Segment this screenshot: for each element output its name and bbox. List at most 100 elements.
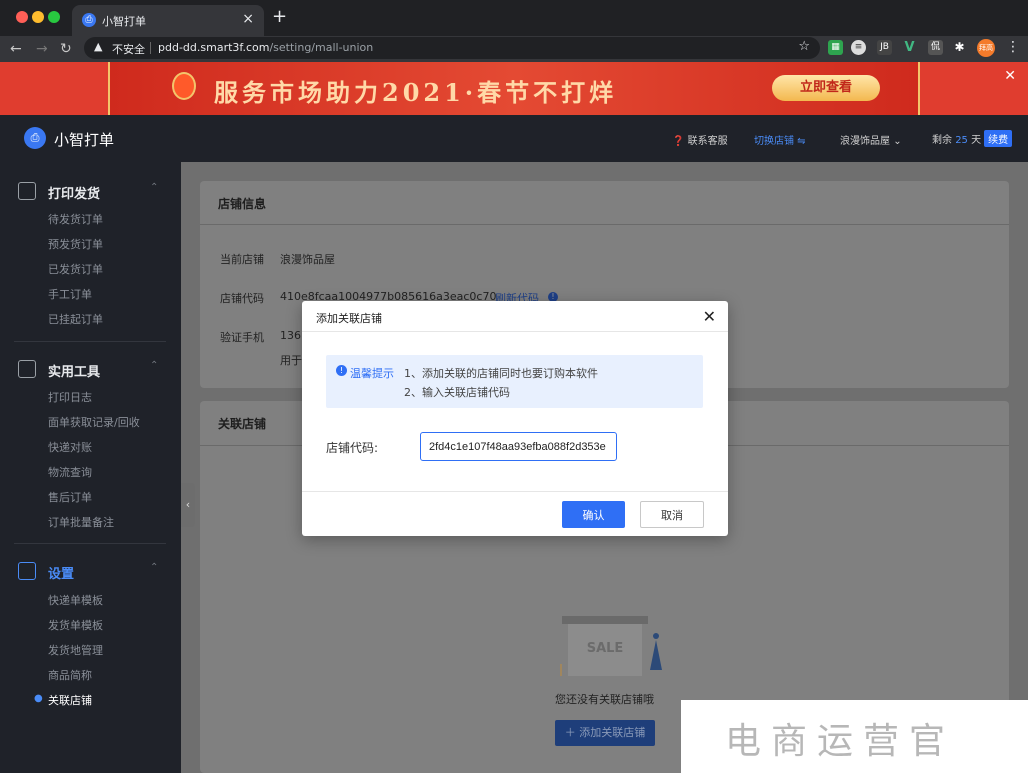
add-linked-store-button[interactable]: ＋ 添加关联店铺 — [555, 720, 655, 746]
sidebar-item-waybill-records[interactable]: 面单获取记录/回收 — [48, 414, 140, 430]
promo-view-button[interactable]: 立即查看 — [772, 75, 880, 101]
sidebar-item-batch-remarks[interactable]: 订单批量备注 — [48, 514, 114, 530]
window-maximize-button[interactable] — [48, 11, 60, 23]
sidebar-collapse-button[interactable]: ‹ — [181, 483, 195, 527]
sidebar-item-ship-from[interactable]: 发货地管理 — [48, 642, 103, 658]
remaining-unit: 天 — [971, 135, 982, 146]
store-code-input[interactable] — [420, 432, 617, 461]
chevron-up-icon: ⌃ — [150, 562, 159, 573]
active-bullet-icon: ● — [34, 693, 43, 704]
dialog-title: 添加关联店铺 — [316, 312, 382, 325]
sidebar: 打印发货 ⌃ 待发货订单 预发货订单 已发货订单 手工订单 已挂起订单 实用工具… — [0, 162, 181, 773]
sidebar-divider — [14, 543, 166, 544]
empty-store-illustration: SALE — [560, 616, 662, 676]
cancel-button[interactable]: 取消 — [640, 501, 704, 528]
switch-store-link[interactable]: 切换店铺 ⇋ — [754, 132, 806, 147]
phone-value: 136 — [280, 329, 301, 342]
confirm-button[interactable]: 确认 — [562, 501, 625, 528]
store-dropdown[interactable]: 浪漫饰品屋 ⌄ — [840, 132, 902, 147]
app-logo-icon: ⎙ — [24, 127, 46, 149]
app-name: 小智打单 — [54, 131, 115, 149]
search-doc-icon — [18, 360, 36, 378]
promo-banner-text: 服务市场助力2021·春节不打烊 — [214, 78, 618, 107]
store-code-field-label: 店铺代码: — [326, 441, 379, 455]
security-label[interactable]: 不安全 — [112, 41, 145, 57]
url-text[interactable]: pdd-dd.smart3f.com/setting/mall-union — [158, 41, 373, 54]
browser-tab[interactable]: ⎙ 小智打单 × — [72, 5, 264, 36]
linked-stores-title: 关联店铺 — [218, 417, 267, 431]
browser-menu-icon[interactable]: ⋮ — [1006, 39, 1020, 55]
sidebar-item-product-alias[interactable]: 商品简称 — [48, 667, 92, 683]
sidebar-item-manual-orders[interactable]: 手工订单 — [48, 286, 92, 302]
reload-icon[interactable]: ↻ — [60, 39, 72, 59]
contact-support-label: 联系客服 — [687, 136, 728, 147]
promo-banner[interactable]: 服务市场助力2021·春节不打烊 立即查看 ✕ — [0, 62, 1028, 115]
chevron-up-icon: ⌃ — [150, 360, 159, 371]
phone-note: 用于 — [280, 354, 302, 367]
extension-dev-icon[interactable]: 侃 — [928, 40, 943, 55]
sidebar-section-label: 实用工具 — [48, 365, 101, 380]
window-close-button[interactable] — [16, 11, 28, 23]
window-minimize-button[interactable] — [32, 11, 44, 23]
sidebar-section-label: 打印发货 — [48, 187, 101, 202]
sidebar-item-pending-orders[interactable]: 待发货订单 — [48, 211, 103, 227]
sidebar-item-suspended-orders[interactable]: 已挂起订单 — [48, 311, 103, 327]
chevron-up-icon: ⌃ — [150, 182, 159, 193]
sidebar-divider — [14, 341, 166, 342]
sidebar-item-print-log[interactable]: 打印日志 — [48, 389, 92, 405]
phone-label: 验证手机 — [220, 331, 264, 344]
sidebar-item-shipped-orders[interactable]: 已发货订单 — [48, 261, 103, 277]
new-tab-icon[interactable]: + — [272, 8, 287, 26]
extension-globe-icon[interactable]: ≡ — [851, 40, 866, 55]
contact-support-link[interactable]: ❓ 联系客服 — [672, 132, 728, 147]
sidebar-item-invoice-template[interactable]: 发货单模板 — [48, 617, 103, 633]
sidebar-item-courier-reconcile[interactable]: 快递对账 — [48, 439, 92, 455]
store-dropdown-label: 浪漫饰品屋 — [840, 136, 890, 147]
dialog-close-icon[interactable]: ✕ — [703, 307, 716, 326]
url-host: pdd-dd.smart3f.com — [158, 41, 270, 54]
address-divider — [150, 42, 151, 54]
browser-toolbar: ← → ↻ ▲ 不安全 pdd-dd.smart3f.com/setting/m… — [0, 36, 1028, 62]
remaining-days: 剩余 25 天续费 — [932, 130, 1013, 147]
card-divider — [200, 224, 1009, 225]
renew-button[interactable]: 续费 — [984, 130, 1013, 147]
back-arrow-icon[interactable]: ← — [10, 39, 22, 59]
sidebar-section-tools[interactable]: 实用工具 ⌃ — [0, 358, 181, 382]
bookmark-star-icon[interactable]: ☆ — [798, 39, 810, 54]
lantern-icon — [172, 72, 196, 100]
store-code-label: 店铺代码 — [220, 292, 264, 305]
app-header: ⎙ 小智打单 ❓ 联系客服 切换店铺 ⇋ 浪漫饰品屋 ⌄ 剩余 25 天续费 — [0, 115, 1028, 162]
sidebar-section-settings[interactable]: 设置 ⌃ — [0, 560, 181, 584]
tab-close-icon[interactable]: × — [242, 11, 254, 27]
watermark: 电商运营官 — [681, 700, 1028, 773]
sidebar-item-courier-template[interactable]: 快递单模板 — [48, 592, 103, 608]
sidebar-item-pre-ship-orders[interactable]: 预发货订单 — [48, 236, 103, 252]
extensions-puzzle-icon[interactable]: ✱ — [952, 40, 967, 55]
address-bar[interactable]: ▲ 不安全 pdd-dd.smart3f.com/setting/mall-un… — [84, 37, 820, 59]
remaining-days-count: 25 — [955, 135, 968, 146]
tip-line-2: 2、输入关联店铺代码 — [404, 386, 510, 399]
banner-close-icon[interactable]: ✕ — [1004, 68, 1016, 84]
sidebar-item-logistics-query[interactable]: 物流查询 — [48, 464, 92, 480]
sidebar-item-after-sale-orders[interactable]: 售后订单 — [48, 489, 92, 505]
sale-sign-text: SALE — [587, 641, 624, 656]
extension-vue-icon[interactable]: V — [902, 40, 917, 55]
extension-jb-icon[interactable]: JB — [877, 40, 892, 55]
extension-grid-icon[interactable]: ▦ — [828, 40, 843, 55]
sidebar-section-label: 设置 — [48, 567, 75, 582]
store-info-title: 店铺信息 — [218, 197, 267, 211]
tip-heading: 温馨提示 — [350, 367, 394, 380]
sidebar-section-print-ship[interactable]: 打印发货 ⌃ — [0, 180, 181, 204]
promo-banner-content: 服务市场助力2021·春节不打烊 立即查看 — [108, 62, 920, 115]
profile-avatar[interactable]: 拜高 — [977, 39, 995, 57]
current-store-value: 浪漫饰品屋 — [280, 253, 335, 266]
url-path: /setting/mall-union — [269, 41, 374, 54]
forward-arrow-icon[interactable]: → — [36, 39, 48, 59]
sidebar-item-linked-stores[interactable]: 关联店铺 — [48, 692, 92, 708]
remaining-prefix: 剩余 — [932, 135, 952, 146]
browser-tabbar: ⎙ 小智打单 × + — [0, 0, 1028, 36]
help-circle-icon: ❓ — [672, 136, 685, 147]
empty-state-text: 您还没有关联店铺哦 — [555, 693, 654, 706]
dialog-divider — [302, 331, 728, 332]
warning-icon[interactable]: ▲ — [94, 40, 102, 53]
